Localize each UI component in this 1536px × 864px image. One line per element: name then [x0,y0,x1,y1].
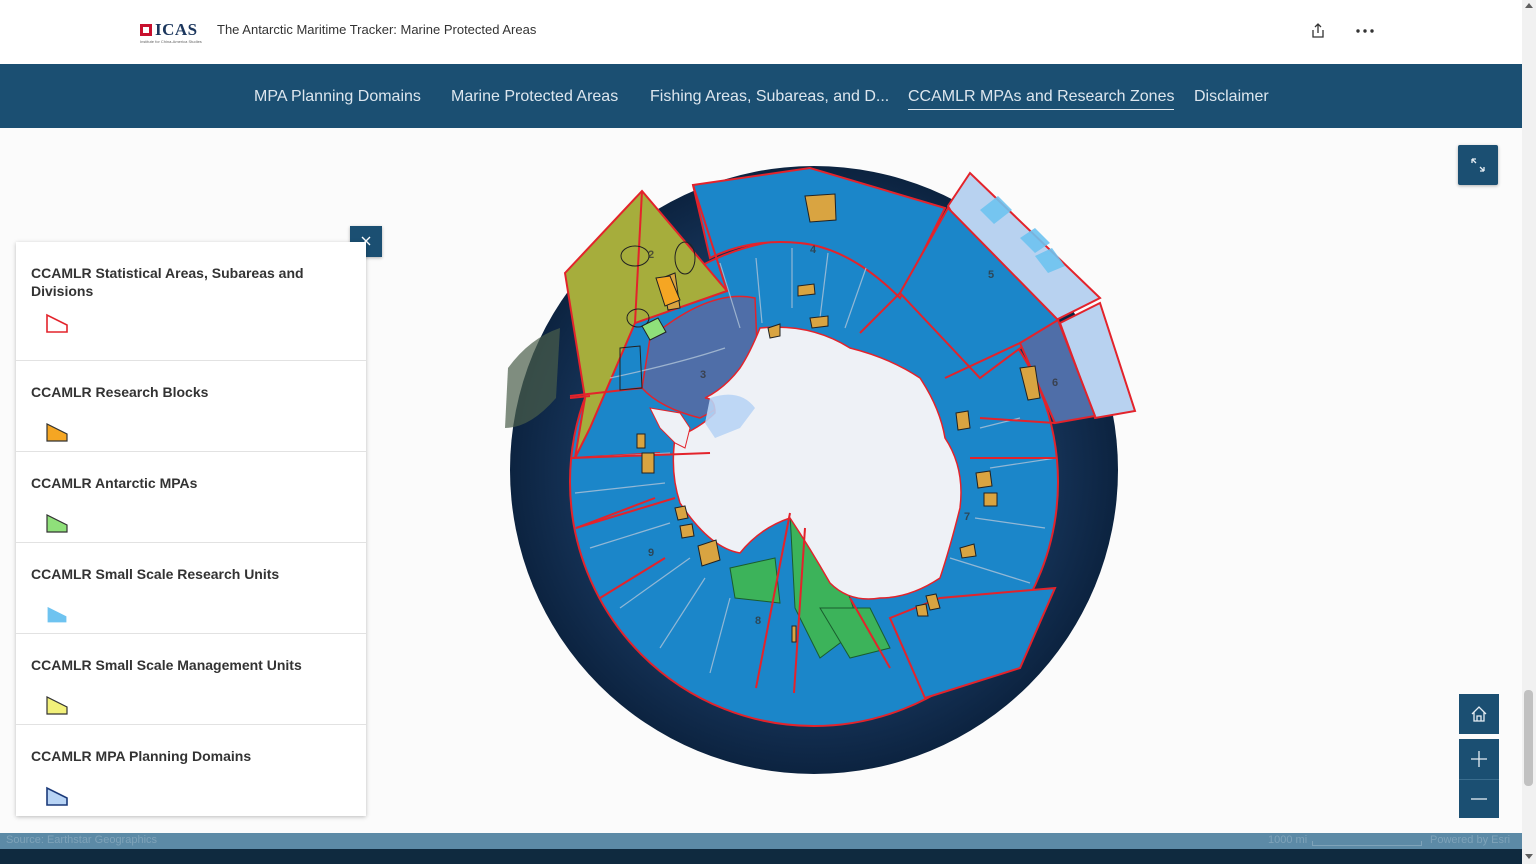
area-label-6: 6 [1052,377,1058,389]
legend-item: CCAMLR MPA Planning Domains [16,725,366,815]
footer-band [0,849,1522,864]
legend-label: CCAMLR Small Scale Research Units [31,566,280,582]
area-label-7: 7 [964,511,970,523]
area-label-5: 5 [988,269,994,281]
legend-item: CCAMLR Small Scale Management Units [16,634,366,725]
nav-mpa-planning-domains[interactable]: MPA Planning Domains [254,87,421,107]
logo-subtext: Institute for China-America Studies [140,39,202,44]
small-scale-research-units-swatch [46,605,68,624]
legend-item: CCAMLR Small Scale Research Units [16,543,366,634]
scale-label: 1000 mi [1268,834,1308,846]
small-scale-management-units-swatch [46,696,68,715]
scale-bar [1312,841,1422,846]
area-label-9: 9 [648,547,654,559]
nav-fishing-areas[interactable]: Fishing Areas, Subareas, and D... [650,87,889,107]
area-label-2: 2 [648,249,654,261]
map-legend: CCAMLR Statistical Areas, Subareas and D… [16,242,366,816]
area-label-3: 3 [700,369,706,381]
mpa-planning-domains-swatch [46,786,68,806]
legend-label: CCAMLR Statistical Areas, Subareas and D… [31,265,304,299]
expand-icon [1471,158,1485,172]
scroll-down-arrow-icon[interactable] [1525,854,1533,859]
icas-logo[interactable]: ICAS Institute for China-America Studies [140,20,202,44]
legend-item: CCAMLR Statistical Areas, Subareas and D… [16,242,366,361]
home-button[interactable] [1459,694,1499,734]
legend-item: CCAMLR Research Blocks [16,361,366,452]
statistical-areas-swatch [46,313,68,333]
nav-ccamlr-mpas-research-zones[interactable]: CCAMLR MPAs and Research Zones [908,87,1175,110]
logo-text: ICAS [155,20,198,39]
scrollbar-thumb[interactable] [1524,690,1533,786]
scroll-up-arrow-icon[interactable] [1525,3,1533,8]
legend-label: CCAMLR MPA Planning Domains [31,748,252,764]
attribution-bar: Source: Earthstar Geographics 1000 mi Po… [0,833,1522,849]
zoom-out-button[interactable] [1459,780,1499,818]
area-label-8: 8 [755,615,761,627]
legend-label: CCAMLR Small Scale Management Units [31,657,302,673]
minus-icon [1471,798,1487,800]
share-icon[interactable] [1309,22,1327,40]
section-nav: MPA Planning Domains Marine Protected Ar… [0,64,1522,128]
area-label-4: 4 [810,244,817,256]
powered-by-esri[interactable]: Powered by Esri [1430,834,1510,846]
zoom-in-button[interactable] [1459,739,1499,780]
legend-label: CCAMLR Antarctic MPAs [31,475,198,491]
expand-button[interactable] [1458,145,1498,185]
antarctic-map[interactable]: 2 3 4 5 6 7 8 9 [380,128,1522,832]
legend-item: CCAMLR Antarctic MPAs [16,452,366,543]
nav-disclaimer[interactable]: Disclaimer [1194,87,1269,107]
nav-marine-protected-areas[interactable]: Marine Protected Areas [451,87,618,107]
logo-mark-icon [140,24,152,36]
plus-icon [1471,751,1487,767]
attribution-source[interactable]: Source: Earthstar Geographics [6,834,157,846]
more-icon[interactable] [1354,22,1376,40]
legend-label: CCAMLR Research Blocks [31,384,209,400]
research-blocks-swatch [46,423,68,442]
top-bar: ICAS Institute for China-America Studies… [0,0,1522,64]
home-icon [1471,706,1487,722]
app-title: The Antarctic Maritime Tracker: Marine P… [217,22,537,37]
antarctic-mpas-swatch [46,514,68,533]
